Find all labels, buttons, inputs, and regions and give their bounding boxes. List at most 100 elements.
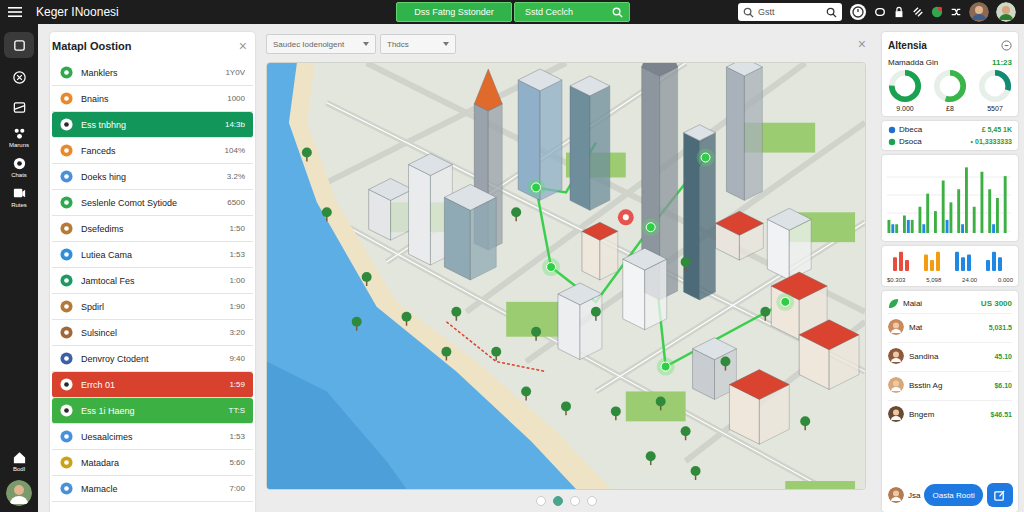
user-avatar-icon[interactable]: [996, 2, 1016, 22]
chart-bar[interactable]: [946, 220, 949, 233]
chart-bar[interactable]: [891, 224, 894, 233]
page-dot[interactable]: [570, 496, 580, 506]
mini-bar[interactable]: [930, 260, 934, 271]
chart-bar[interactable]: [977, 233, 980, 234]
alert-pin[interactable]: [618, 209, 634, 225]
mini-bar[interactable]: [924, 255, 928, 272]
menu-icon[interactable]: [8, 7, 22, 17]
map-pin[interactable]: [657, 358, 675, 376]
compose-button[interactable]: [987, 483, 1013, 507]
building[interactable]: [623, 248, 667, 330]
location-item[interactable]: Jamtocal Fes1:00: [52, 268, 253, 294]
chart-bar[interactable]: [981, 172, 984, 233]
lock-icon[interactable]: [893, 6, 905, 18]
filter-dropdown[interactable]: Thdcs: [380, 34, 456, 54]
building[interactable]: [582, 222, 618, 280]
chart-bar[interactable]: [1000, 233, 1003, 234]
mini-bar[interactable]: [899, 252, 903, 271]
location-item[interactable]: Lutiea Cama1:53: [52, 242, 253, 268]
profile-avatar-icon[interactable]: [6, 480, 32, 506]
chart-bar[interactable]: [919, 207, 922, 233]
building[interactable]: [726, 63, 762, 200]
location-item[interactable]: Spdirl1:90: [52, 294, 253, 320]
mini-bar[interactable]: [967, 255, 971, 272]
building[interactable]: [799, 320, 859, 390]
location-item[interactable]: Dsefedims1:50: [52, 216, 253, 242]
filter-dropdown[interactable]: Saudec Iodenolgent: [266, 34, 376, 54]
share-icon[interactable]: [912, 6, 924, 18]
location-item[interactable]: Uesaalcimes1:53: [52, 424, 253, 450]
chart-bar[interactable]: [950, 202, 953, 233]
person-row[interactable]: Mat5,031.5: [888, 313, 1012, 340]
location-item[interactable]: Doeks hing3.2%: [52, 164, 253, 190]
mini-bar[interactable]: [998, 257, 1002, 271]
chart-bar[interactable]: [942, 181, 945, 234]
location-item[interactable]: Matadara5:60: [52, 450, 253, 476]
search-icon[interactable]: [826, 7, 837, 18]
mini-bar[interactable]: [955, 252, 959, 271]
map-pin[interactable]: [527, 178, 545, 196]
building[interactable]: [369, 178, 413, 240]
chart-bar[interactable]: [934, 211, 937, 233]
mini-bar[interactable]: [936, 252, 940, 271]
chart-bar[interactable]: [895, 224, 898, 233]
link-icon[interactable]: [874, 6, 886, 18]
chart-bar[interactable]: [973, 207, 976, 233]
chart-bar[interactable]: [888, 220, 891, 233]
green-search[interactable]: Sstd Ceclch: [514, 2, 630, 22]
chart-bar[interactable]: [911, 220, 914, 233]
building[interactable]: [684, 125, 716, 300]
chart-bar[interactable]: [1004, 176, 1007, 233]
map-canvas[interactable]: [267, 63, 865, 489]
person-row[interactable]: Sandina45.10: [888, 342, 1012, 369]
rail-item[interactable]: Bodl: [4, 450, 34, 472]
building[interactable]: [518, 69, 562, 200]
page-dot[interactable]: [587, 496, 597, 506]
chart-bar[interactable]: [961, 224, 964, 233]
chart-bar[interactable]: [969, 233, 972, 234]
rail-item[interactable]: Chats: [4, 156, 34, 178]
person-row[interactable]: Bsstin Ag$6.10: [888, 371, 1012, 398]
map-pin[interactable]: [642, 218, 660, 236]
map-pin[interactable]: [697, 149, 715, 167]
location-item[interactable]: Denvroy Ctodent9:40: [52, 346, 253, 372]
location-item[interactable]: Errch 011:59: [52, 372, 253, 398]
chart-bar[interactable]: [965, 167, 968, 233]
building[interactable]: [767, 208, 811, 280]
mini-bar[interactable]: [992, 252, 996, 271]
city-map[interactable]: [266, 62, 866, 490]
building[interactable]: [716, 211, 764, 260]
rail-item[interactable]: [4, 96, 34, 118]
chart-bar[interactable]: [899, 233, 902, 234]
location-item[interactable]: Fanceds104%: [52, 138, 253, 164]
building[interactable]: [444, 184, 496, 280]
action-button[interactable]: Dss Fatng Sstonder: [396, 2, 512, 22]
mini-bar[interactable]: [905, 260, 909, 271]
location-item[interactable]: Ess tnbhng14:3b: [52, 112, 253, 138]
location-item[interactable]: Mamacle7:00: [52, 476, 253, 502]
location-item[interactable]: Ess 1i HaengTT:S: [52, 398, 253, 424]
chart-bar[interactable]: [922, 224, 925, 233]
clock-icon[interactable]: [849, 3, 867, 21]
chart-bar[interactable]: [984, 233, 987, 234]
mini-bar[interactable]: [961, 257, 965, 271]
close-button[interactable]: ×: [858, 37, 866, 51]
building[interactable]: [558, 283, 602, 360]
search-field[interactable]: Gstt: [738, 3, 842, 21]
mini-bar[interactable]: [986, 260, 990, 271]
building[interactable]: [729, 370, 789, 445]
mini-bar[interactable]: [893, 257, 897, 271]
chart-bar[interactable]: [930, 233, 933, 234]
chart-bar[interactable]: [953, 233, 956, 234]
chart-bar[interactable]: [1008, 233, 1011, 234]
map-pin[interactable]: [776, 293, 794, 311]
chart-bar[interactable]: [938, 233, 941, 234]
user-avatar-icon[interactable]: [969, 2, 989, 22]
settings-icon[interactable]: [1001, 40, 1012, 51]
building[interactable]: [570, 76, 610, 210]
rail-item[interactable]: [4, 32, 34, 58]
chart-bar[interactable]: [907, 220, 910, 233]
close-button[interactable]: ×: [239, 39, 247, 53]
rail-item[interactable]: Maruns: [4, 126, 34, 148]
location-item[interactable]: Seslenle Comot Sytiode6500: [52, 190, 253, 216]
